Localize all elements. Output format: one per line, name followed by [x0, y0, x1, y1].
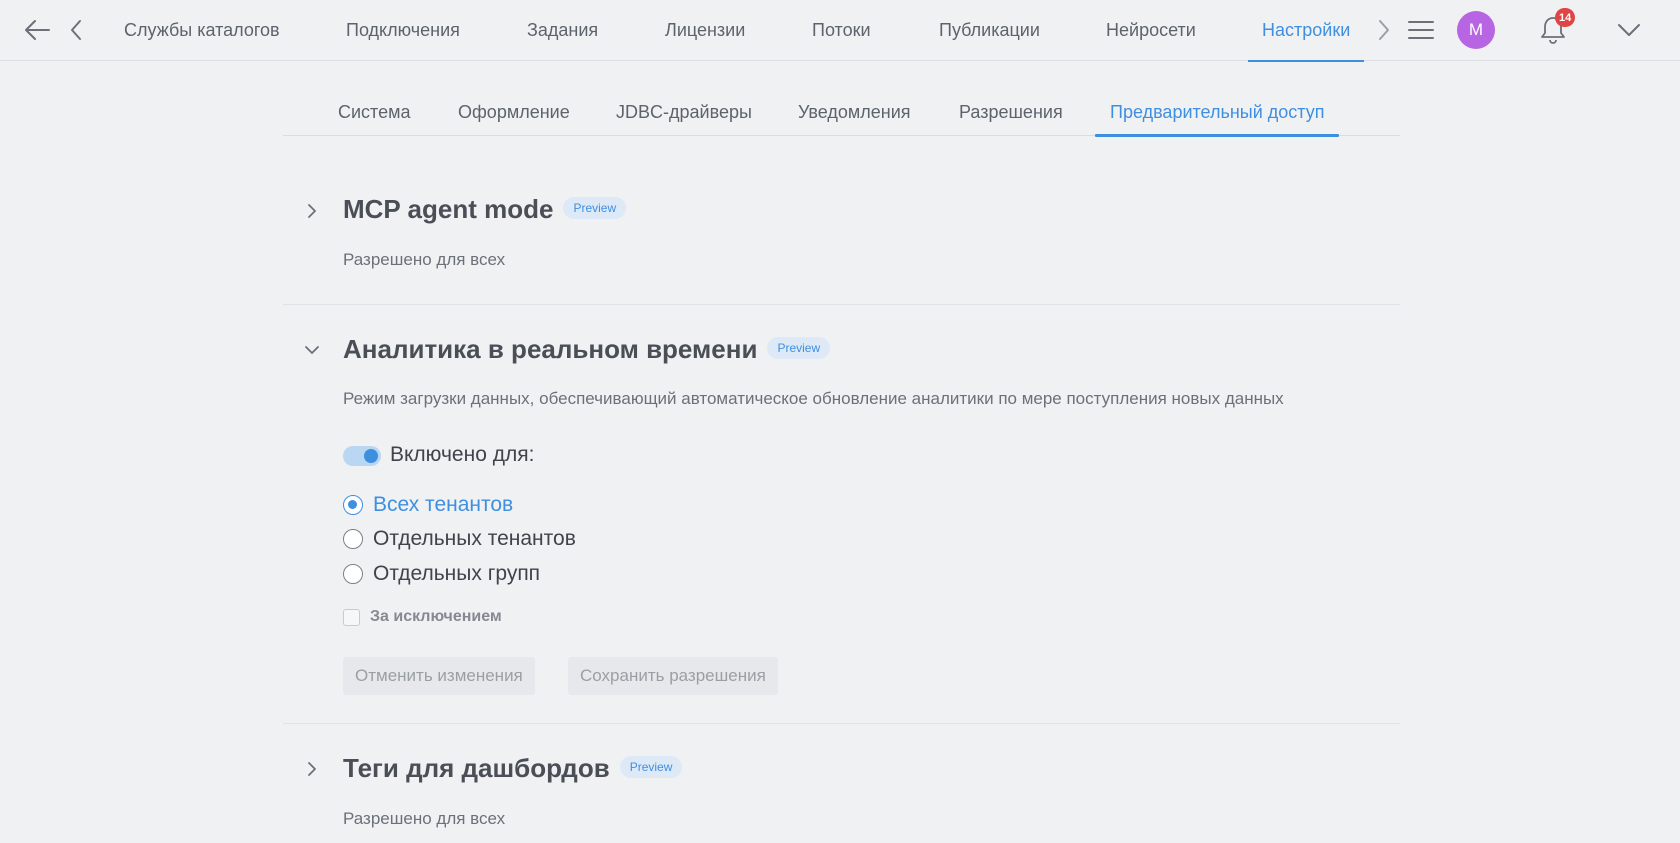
chevron-left-icon[interactable]	[66, 12, 86, 48]
radio-specific-groups[interactable]: Отдельных групп	[343, 561, 540, 587]
nav-link-connections[interactable]: Подключения	[346, 0, 460, 61]
cancel-changes-button[interactable]: Отменить изменения	[343, 657, 535, 695]
preview-badge: Preview	[767, 337, 831, 360]
radio-button[interactable]	[343, 495, 363, 515]
tab-system[interactable]: Система	[338, 88, 411, 136]
exclude-label: За исключением	[370, 608, 502, 625]
top-navigation-bar: Службы каталогов Подключения Задания Лиц…	[0, 0, 1680, 62]
radio-label: Отдельных групп	[373, 562, 541, 585]
divider	[283, 723, 1400, 724]
radio-all-tenants[interactable]: Всех тенантов	[343, 492, 513, 518]
chevron-right-icon[interactable]	[303, 202, 321, 220]
tab-appearance[interactable]: Оформление	[458, 88, 570, 136]
radio-button[interactable]	[343, 529, 363, 549]
tab-preview-access[interactable]: Предварительный доступ	[1094, 88, 1341, 137]
section-status: Разрешено для всех	[343, 809, 506, 828]
radio-label: Всех тенантов	[373, 493, 514, 516]
toggle-knob	[364, 449, 378, 463]
nav-link-neural-networks[interactable]: Нейросети	[1106, 0, 1196, 61]
toggle-label: Включено для:	[390, 443, 535, 466]
radio-specific-tenants[interactable]: Отдельных тенантов	[343, 526, 576, 552]
settings-subtabs: Система Оформление JDBC-драйверы Уведомл…	[283, 88, 1400, 137]
tab-notifications[interactable]: Уведомления	[798, 88, 911, 136]
chevron-down-icon[interactable]	[1616, 12, 1642, 48]
section-title[interactable]: MCP agent mode Preview	[343, 194, 627, 225]
section-title[interactable]: Теги для дашбордов Preview	[343, 753, 683, 784]
exclude-checkbox[interactable]	[343, 608, 360, 626]
hamburger-menu-icon[interactable]	[1407, 12, 1435, 48]
avatar[interactable]: M	[1457, 11, 1495, 49]
radio-label: Отдельных тенантов	[373, 527, 576, 550]
section-title-text: Теги для дашбордов	[343, 753, 610, 783]
section-title[interactable]: Аналитика в реальном времени Preview	[343, 334, 831, 365]
nav-link-directory-services[interactable]: Службы каталогов	[124, 0, 280, 61]
section-title-text: Аналитика в реальном времени	[343, 334, 758, 364]
back-arrow-icon[interactable]	[22, 12, 52, 48]
preview-badge: Preview	[619, 756, 683, 779]
section-description: Режим загрузки данных, обеспечивающий ав…	[343, 389, 1284, 408]
save-permissions-button[interactable]: Сохранить разрешения	[568, 657, 778, 695]
section-title-text: MCP agent mode	[343, 194, 554, 224]
feature-section-mcp-agent-mode: MCP agent mode Preview Разрешено для всех	[283, 190, 1400, 305]
chevron-right-icon[interactable]	[1375, 12, 1393, 48]
tab-jdbc-drivers[interactable]: JDBC-драйверы	[616, 88, 752, 136]
radio-button[interactable]	[343, 564, 363, 584]
notification-count-badge: 14	[1555, 8, 1576, 27]
feature-section-dashboard-tags: Теги для дашбордов Preview Разрешено для …	[283, 750, 1400, 843]
preview-badge: Preview	[563, 197, 627, 220]
exclude-checkbox-row[interactable]: За исключением	[343, 608, 502, 626]
section-status: Разрешено для всех	[343, 250, 506, 269]
enabled-toggle[interactable]	[343, 446, 381, 466]
nav-link-tasks[interactable]: Задания	[527, 0, 598, 61]
nav-link-settings[interactable]: Настройки	[1247, 0, 1365, 62]
nav-link-flows[interactable]: Потоки	[812, 0, 871, 61]
nav-link-licenses[interactable]: Лицензии	[665, 0, 745, 61]
divider	[283, 304, 1400, 305]
nav-link-publications[interactable]: Публикации	[939, 0, 1040, 61]
feature-section-realtime-analytics: Аналитика в реальном времени Preview Режи…	[283, 330, 1400, 723]
tab-permissions[interactable]: Разрешения	[959, 88, 1063, 136]
chevron-right-icon[interactable]	[303, 760, 321, 778]
chevron-down-icon[interactable]	[303, 341, 321, 359]
